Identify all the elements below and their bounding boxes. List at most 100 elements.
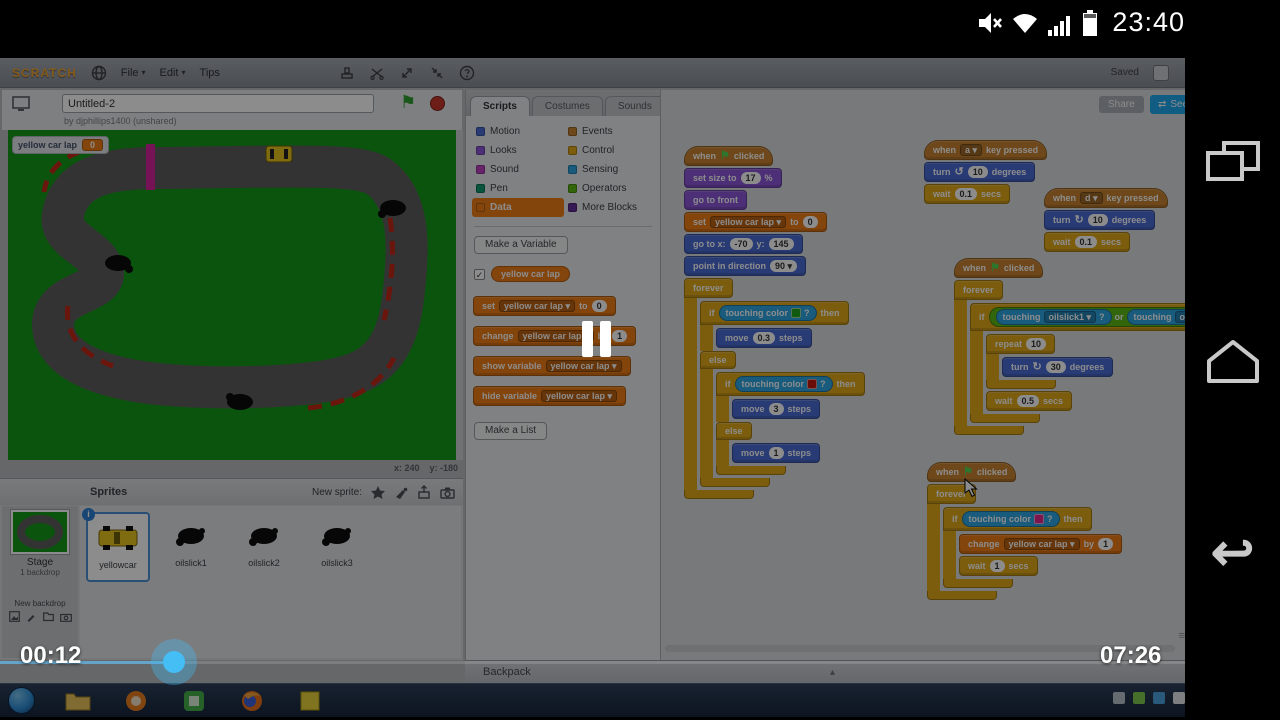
stack-block[interactable]: wait 0.1 secs xyxy=(924,184,1011,204)
value-slot[interactable]: 0.5 xyxy=(1016,395,1040,407)
color-swatch[interactable] xyxy=(807,379,817,389)
script-stack[interactable]: when d ▾ key pressed turn ↻ 10 degrees wait 0.1 s… xyxy=(1044,188,1168,252)
c-block[interactable]: if touching color? then move 0.3 steps else if t… xyxy=(700,301,865,487)
stack-block[interactable]: move 3 steps xyxy=(732,399,821,419)
boolean-condition[interactable]: touchingoilslick1 ▾?ortouchingoilslick2 … xyxy=(988,307,1195,327)
stack-block[interactable]: set yellow car lap ▾ to 0 xyxy=(684,212,827,232)
dropdown[interactable]: oilslick1 ▾ xyxy=(1043,311,1097,323)
sprite-oilslick3[interactable]: oilslick3 xyxy=(305,512,369,582)
boolean-condition[interactable]: touching color? xyxy=(718,305,817,321)
video-frame[interactable]: SCRATCH File▾ Edit▾ Tips Saved ⚑ xyxy=(0,45,1195,720)
category-looks[interactable]: Looks xyxy=(472,141,564,160)
sprite-info-badge[interactable]: i xyxy=(82,508,95,521)
paint-new-sprite-icon[interactable] xyxy=(394,485,408,499)
stack-block[interactable]: turn ↺ 10 degrees xyxy=(924,162,1036,182)
shrink-icon[interactable] xyxy=(429,65,445,81)
menu-file[interactable]: File ▾ xyxy=(121,67,146,79)
stack-block[interactable]: set size to 17% xyxy=(684,168,782,188)
taskbar-folder-icon[interactable] xyxy=(63,686,93,716)
duplicate-icon[interactable] xyxy=(339,65,355,81)
category-sensing[interactable]: Sensing xyxy=(564,160,660,179)
dropdown[interactable]: yellow car lap ▾ xyxy=(541,390,618,402)
stack-block[interactable]: move 0.3 steps xyxy=(716,328,812,348)
hat-block[interactable]: when d ▾ key pressed xyxy=(1044,188,1168,208)
stack-block[interactable]: changeyellow car lap ▾by1 xyxy=(473,326,637,346)
upload-backdrop-icon[interactable] xyxy=(42,611,54,622)
dropdown[interactable]: d ▾ xyxy=(1080,192,1103,204)
seek-thumb[interactable] xyxy=(163,651,185,673)
menu-tips[interactable]: Tips xyxy=(200,67,220,79)
hat-block[interactable]: when ⚑ clicked xyxy=(684,146,774,166)
horizontal-scrollbar[interactable] xyxy=(665,645,1175,652)
home-button[interactable] xyxy=(1205,337,1261,390)
back-button[interactable]: ↩ xyxy=(1211,527,1255,579)
value-slot[interactable]: 0 xyxy=(591,300,607,312)
tab-sounds[interactable]: Sounds xyxy=(604,96,660,116)
stack-block[interactable]: set yellow car lap ▾ to 0 xyxy=(473,296,616,316)
value-slot[interactable]: 30 xyxy=(1045,361,1066,373)
taskbar-media-player-icon[interactable] xyxy=(121,686,151,716)
category-data[interactable]: Data xyxy=(472,198,564,217)
dropdown[interactable]: yellow car lap ▾ xyxy=(1003,538,1080,550)
tray-icon[interactable] xyxy=(1153,692,1165,704)
value-slot[interactable]: 3 xyxy=(768,403,784,415)
make-variable-button[interactable]: Make a Variable xyxy=(474,236,568,254)
stage[interactable]: yellow car lap 0 xyxy=(8,130,456,460)
category-more-blocks[interactable]: More Blocks xyxy=(564,198,660,217)
sprite-yellowcar[interactable]: i yellowcar xyxy=(82,508,150,582)
delete-icon[interactable] xyxy=(369,65,385,81)
value-slot[interactable]: 17 xyxy=(740,172,761,184)
menu-edit[interactable]: Edit ▾ xyxy=(160,67,186,79)
color-swatch[interactable] xyxy=(791,308,801,318)
boolean-condition[interactable]: touching oilslick1 ▾? xyxy=(995,309,1112,325)
dropdown[interactable]: a ▾ xyxy=(960,144,983,156)
value-slot[interactable]: 0.1 xyxy=(954,188,978,200)
green-flag-button[interactable]: ⚑ xyxy=(400,92,416,113)
c-block[interactable]: if touching color? then move 3 steps else move 1… xyxy=(716,372,865,475)
stack-block[interactable]: go to front xyxy=(684,190,747,210)
value-slot[interactable]: 0.1 xyxy=(1074,236,1098,248)
paint-backdrop-icon[interactable] xyxy=(26,611,37,622)
category-operators[interactable]: Operators xyxy=(564,179,660,198)
script-stack[interactable]: when a ▾ key pressed turn ↺ 10 degrees wait 0.1 s… xyxy=(924,140,1048,204)
scripts-pane[interactable]: Share ⇄ See project page when⚑clickedset… xyxy=(661,90,1195,660)
boolean-condition[interactable]: touching color? xyxy=(734,376,833,392)
c-block[interactable]: forever if touching color? then move 0.3 steps… xyxy=(684,278,865,499)
value-slot[interactable]: 0.3 xyxy=(752,332,776,344)
category-control[interactable]: Control xyxy=(564,141,660,160)
stack-block[interactable]: wait 0.5 secs xyxy=(986,391,1073,411)
hat-block[interactable]: when ⚑ clicked xyxy=(954,258,1044,278)
taskbar-notes-icon[interactable] xyxy=(295,686,325,716)
user-icon[interactable] xyxy=(1153,64,1169,81)
tab-scripts[interactable]: Scripts xyxy=(470,96,530,116)
grow-icon[interactable] xyxy=(399,65,415,81)
stack-block[interactable]: hide variable yellow car lap ▾ xyxy=(473,386,627,406)
category-sound[interactable]: Sound xyxy=(472,160,564,179)
stack-block[interactable]: show variable yellow car lap ▾ xyxy=(473,356,631,376)
stage-selector[interactable]: Stage 1 backdrop New backdrop xyxy=(2,506,78,658)
variable-monitor[interactable]: yellow car lap 0 xyxy=(12,136,110,154)
script-stack[interactable]: when ⚑ clicked set size to 17% go to front set… xyxy=(684,146,865,499)
project-title-input[interactable] xyxy=(62,94,374,113)
upload-sprite-icon[interactable] xyxy=(417,485,431,499)
sprite-library-icon[interactable] xyxy=(371,485,385,499)
pause-button[interactable] xyxy=(582,321,611,357)
stack-block[interactable]: point in direction 90 ▾ xyxy=(684,256,807,276)
category-events[interactable]: Events xyxy=(564,122,660,141)
start-button[interactable] xyxy=(8,687,35,714)
backdrop-library-icon[interactable] xyxy=(8,611,20,622)
value-slot[interactable]: 10 xyxy=(967,166,988,178)
variable-checkbox[interactable]: ✓ xyxy=(474,268,485,280)
dropdown[interactable]: yellow car lap ▾ xyxy=(499,300,576,312)
make-list-button[interactable]: Make a List xyxy=(474,422,548,440)
stack-block[interactable]: changeyellow car lap ▾by1 xyxy=(959,534,1123,554)
c-block[interactable]: iftouchingoilslick1 ▾?ortouchingoilslick… xyxy=(970,303,1195,423)
dropdown[interactable]: yellow car lap ▾ xyxy=(545,360,622,372)
stack-block[interactable]: wait 0.1 secs xyxy=(1044,232,1131,252)
stack-block[interactable]: go to x: -70 y: 145 xyxy=(684,234,803,254)
stop-button[interactable] xyxy=(430,96,445,111)
boolean-condition[interactable]: touching color? xyxy=(961,511,1060,527)
tab-costumes[interactable]: Costumes xyxy=(531,96,603,116)
c-block[interactable]: repeat 10 turn ↻ 30 degrees xyxy=(986,334,1114,389)
value-slot[interactable]: 0 xyxy=(802,216,818,228)
